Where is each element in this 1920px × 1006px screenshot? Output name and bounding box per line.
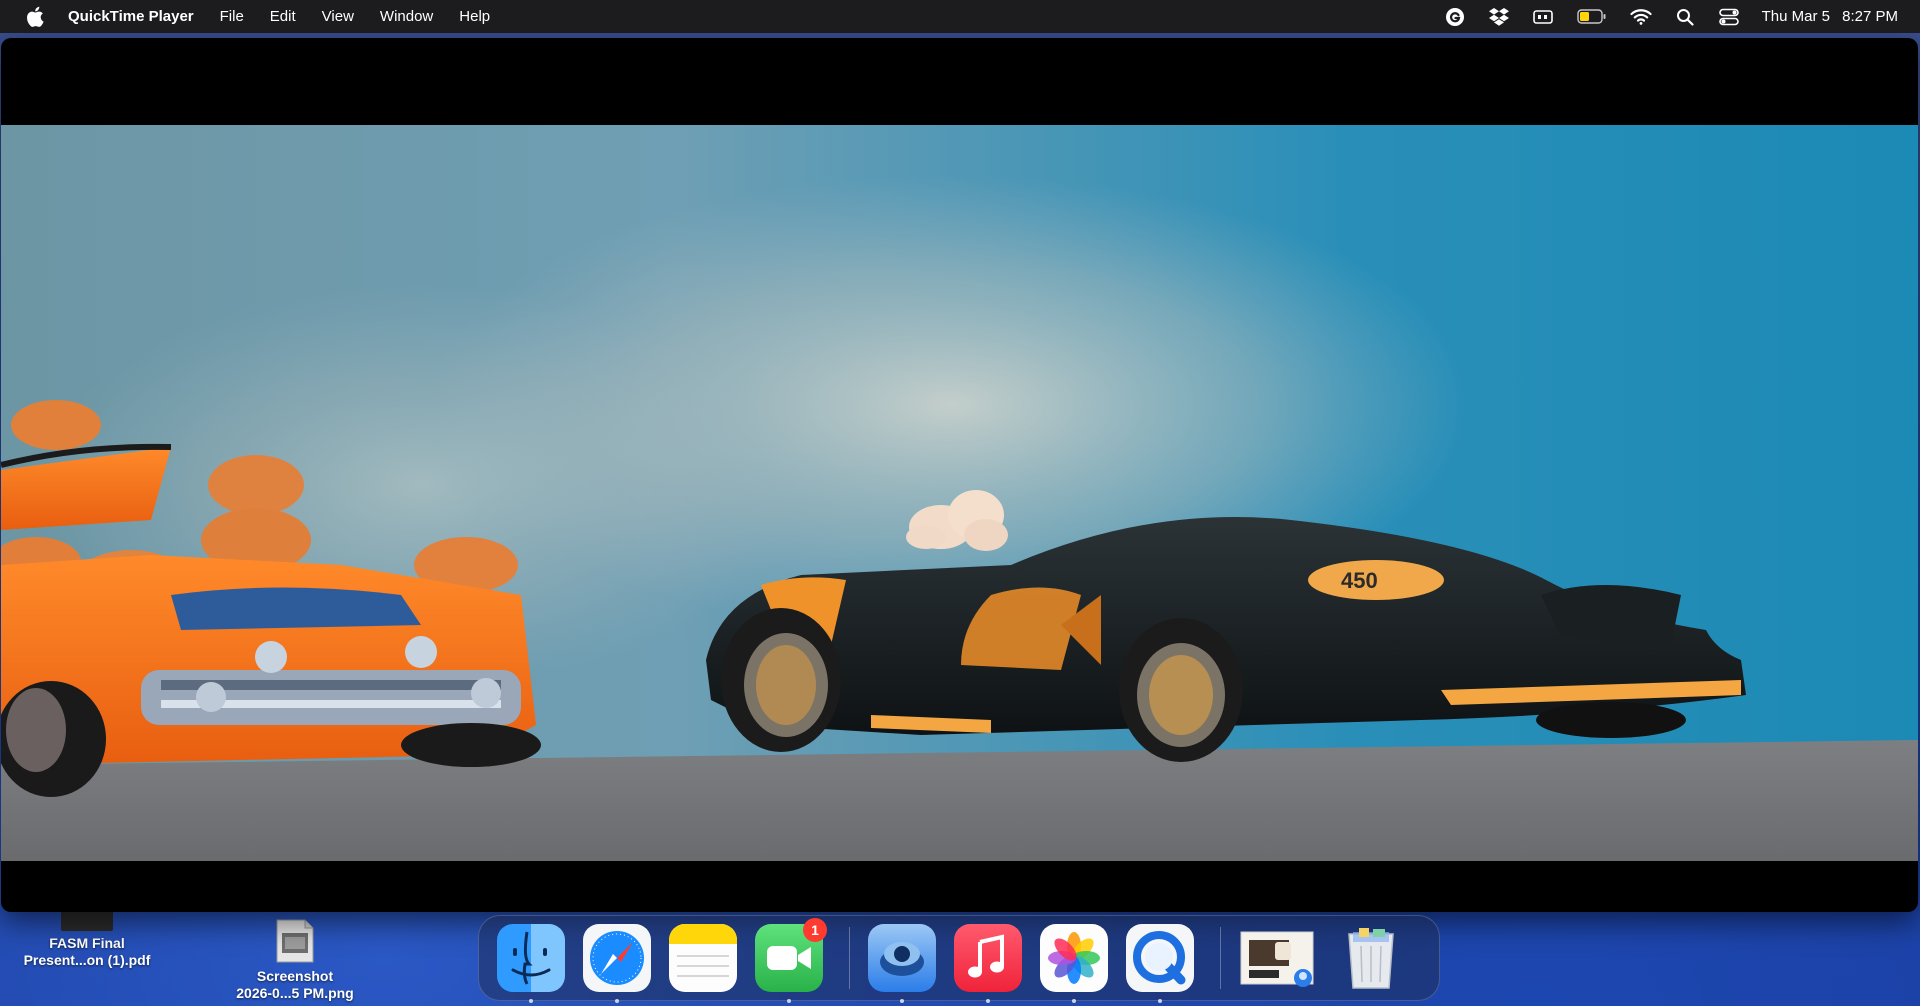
file-name-line2: 2026-0...5 PM.png bbox=[236, 985, 354, 1001]
trash-icon bbox=[1348, 928, 1394, 989]
dock-separator bbox=[849, 927, 850, 989]
apple-menu-icon[interactable] bbox=[24, 6, 46, 28]
menu-bar: QuickTime Player File Edit View Window H… bbox=[0, 0, 1920, 33]
facetime-badge: 1 bbox=[803, 918, 827, 942]
spotlight-search-icon[interactable] bbox=[1674, 6, 1696, 28]
finder-icon bbox=[511, 931, 551, 985]
menu-help[interactable]: Help bbox=[459, 8, 490, 25]
dock-app-facetime[interactable]: 1 bbox=[755, 918, 827, 1003]
dock-app-preview[interactable] bbox=[868, 924, 936, 1003]
menu-window[interactable]: Window bbox=[380, 8, 433, 25]
menu-edit[interactable]: Edit bbox=[270, 8, 296, 25]
photos-icon bbox=[1048, 932, 1100, 984]
clock-time: 8:27 PM bbox=[1842, 8, 1898, 25]
menu-view[interactable]: View bbox=[322, 8, 354, 25]
dock-app-quicktime[interactable] bbox=[1126, 924, 1194, 1003]
document-stack-icon bbox=[1240, 931, 1314, 987]
dock-app-music[interactable] bbox=[954, 924, 1022, 1003]
app-menu-quicktime[interactable]: QuickTime Player bbox=[68, 8, 194, 25]
control-center-icon[interactable] bbox=[1718, 6, 1740, 28]
battery-icon[interactable] bbox=[1576, 6, 1608, 28]
keyboard-input-icon[interactable] bbox=[1532, 6, 1554, 28]
grammarly-icon[interactable] bbox=[1444, 6, 1466, 28]
music-icon bbox=[968, 934, 1004, 978]
dropbox-icon[interactable] bbox=[1488, 6, 1510, 28]
image-file-icon bbox=[273, 918, 317, 964]
dock-separator bbox=[1220, 927, 1221, 989]
menu-bar-clock[interactable]: Thu Mar 5 8:27 PM bbox=[1762, 8, 1898, 25]
dock-app-safari[interactable] bbox=[583, 924, 651, 1003]
notes-icon bbox=[669, 924, 737, 977]
video-frame[interactable]: 450 bbox=[1, 125, 1918, 861]
toy-cars-scene: 450 bbox=[1, 125, 1918, 861]
quicktime-icon bbox=[1133, 931, 1186, 985]
dock-app-photos[interactable] bbox=[1040, 924, 1108, 1003]
dock-app-notes[interactable] bbox=[669, 924, 737, 992]
svg-text:450: 450 bbox=[1341, 568, 1378, 593]
quicktime-player-window[interactable]: 450 bbox=[1, 38, 1918, 912]
desktop-file-pdf[interactable]: FASM Final Present...on (1).pdf bbox=[0, 905, 182, 969]
clock-date: Thu Mar 5 bbox=[1761, 8, 1830, 25]
preview-icon bbox=[880, 942, 924, 976]
menu-file[interactable]: File bbox=[220, 8, 244, 25]
file-name-line2: Present...on (1).pdf bbox=[23, 952, 151, 968]
safari-icon bbox=[590, 931, 644, 985]
desktop-file-screenshot[interactable]: Screenshot 2026-0...5 PM.png bbox=[200, 918, 390, 1002]
dock-app-finder[interactable] bbox=[497, 924, 565, 1003]
wifi-icon[interactable] bbox=[1629, 6, 1652, 28]
dock: 1 bbox=[478, 915, 1440, 1003]
file-name-line1: FASM Final bbox=[49, 935, 125, 951]
dock-trash[interactable] bbox=[1337, 924, 1405, 992]
file-name-line1: Screenshot bbox=[256, 968, 334, 984]
dock-recent-document[interactable] bbox=[1239, 924, 1319, 992]
menu-bar-status-area: Thu Mar 5 8:27 PM bbox=[1444, 0, 1920, 33]
